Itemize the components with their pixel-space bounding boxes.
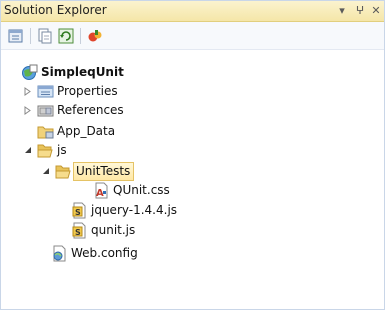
tree-item-properties[interactable]: Properties bbox=[37, 82, 118, 101]
panel-titlebar: Solution Explorer ▾ ⵖ ✕ bbox=[1, 1, 384, 22]
config-file-icon bbox=[51, 245, 68, 262]
folder-open-icon bbox=[37, 142, 54, 159]
toolbar-separator bbox=[80, 28, 81, 44]
css-file-icon: A bbox=[93, 182, 110, 199]
pin-button[interactable]: ⵖ bbox=[353, 2, 367, 20]
tree-item-label: App_Data bbox=[57, 124, 116, 138]
expand-arrow[interactable] bbox=[23, 82, 33, 101]
js-file-icon: S bbox=[71, 222, 88, 239]
panel-toolbar bbox=[1, 22, 384, 50]
refresh-button[interactable] bbox=[57, 27, 75, 45]
tree-item-label: qunit.js bbox=[91, 223, 136, 237]
tree-item-label: js bbox=[57, 143, 67, 157]
view-class-diagram-button[interactable] bbox=[86, 27, 104, 45]
panel-title: Solution Explorer bbox=[4, 3, 107, 17]
tree-item-label: QUnit.css bbox=[113, 183, 170, 197]
tree-item-qunit-js[interactable]: S qunit.js bbox=[71, 221, 135, 240]
js-file-icon: S bbox=[71, 202, 88, 219]
svg-text:A: A bbox=[96, 188, 104, 199]
svg-text:S: S bbox=[75, 208, 81, 217]
tree-item-label: jquery-1.4.4.js bbox=[91, 203, 178, 217]
properties-folder-icon bbox=[37, 83, 54, 100]
solution-explorer-panel: Solution Explorer ▾ ⵖ ✕ SimpleqUnit Prop… bbox=[0, 0, 385, 310]
tree-item-references[interactable]: References bbox=[37, 101, 124, 120]
properties-button[interactable] bbox=[7, 27, 25, 45]
references-folder-icon bbox=[37, 102, 54, 119]
folder-open-icon bbox=[55, 163, 72, 180]
tree-item-label: References bbox=[57, 103, 124, 117]
view-class-diagram-icon bbox=[88, 30, 102, 42]
svg-text:S: S bbox=[75, 228, 81, 237]
tree-item-label: SimpleqUnit bbox=[41, 65, 124, 79]
tree-item-label: Web.config bbox=[71, 246, 138, 260]
collapse-arrow[interactable] bbox=[23, 141, 33, 160]
collapse-arrow[interactable] bbox=[41, 162, 51, 181]
tree-item-label: UnitTests bbox=[73, 162, 135, 181]
tree-item-label: Properties bbox=[57, 84, 118, 98]
tree-item-js[interactable]: js bbox=[37, 141, 67, 160]
tree-item-qunit-css[interactable]: A QUnit.css bbox=[93, 181, 170, 200]
show-all-files-button[interactable] bbox=[36, 27, 54, 45]
tree-item-web-config[interactable]: Web.config bbox=[51, 244, 138, 263]
properties-icon bbox=[8, 29, 23, 43]
tree-item-unittests[interactable]: UnitTests bbox=[55, 162, 135, 181]
toolbar-separator bbox=[30, 28, 31, 44]
tree-item-jquery-js[interactable]: S jquery-1.4.4.js bbox=[71, 201, 177, 220]
web-project-icon bbox=[21, 64, 38, 81]
tree-item-app-data[interactable]: App_Data bbox=[37, 122, 115, 141]
solution-tree: SimpleqUnit Properties References App_Da… bbox=[1, 51, 384, 307]
refresh-icon bbox=[58, 28, 74, 44]
show-all-files-icon bbox=[38, 28, 52, 44]
dropdown-button[interactable]: ▾ bbox=[335, 2, 349, 20]
expand-arrow[interactable] bbox=[23, 101, 33, 120]
folder-icon bbox=[37, 123, 54, 140]
tree-item-project[interactable]: SimpleqUnit bbox=[21, 63, 124, 82]
close-button[interactable]: ✕ bbox=[369, 2, 383, 20]
